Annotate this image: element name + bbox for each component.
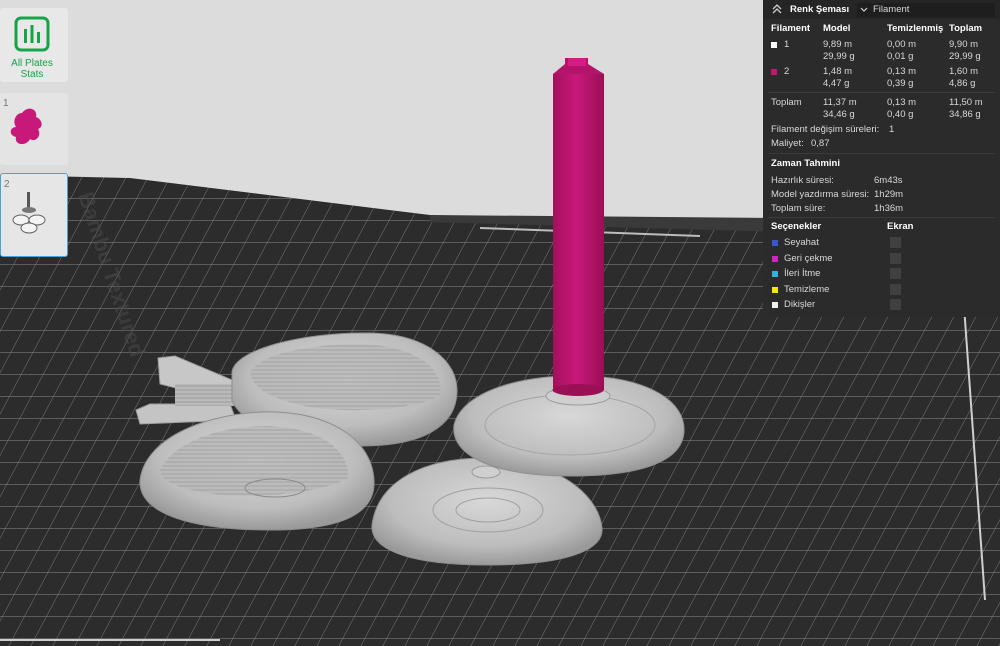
filament-1-total-length: 9,90 m bbox=[949, 39, 979, 50]
extrusion-swatch bbox=[772, 271, 778, 277]
stats-chart-icon bbox=[14, 16, 50, 52]
view-mode-dropdown[interactable]: Filament bbox=[857, 3, 995, 17]
totals-label: Toplam bbox=[771, 97, 802, 108]
filament-2-model-weight: 4,47 g bbox=[823, 78, 850, 89]
prepare-time-label: Hazırlık süresi: bbox=[771, 175, 834, 186]
filament-2-total-length: 1,60 m bbox=[949, 66, 979, 77]
seams-display-toggle[interactable] bbox=[890, 299, 901, 310]
filament-2-label: 2 bbox=[784, 66, 790, 77]
stats-label: Stats bbox=[20, 69, 44, 80]
filament-1-model-length: 9,89 m bbox=[823, 39, 853, 50]
filament-change-label: Filament değişim süreleri: bbox=[771, 124, 880, 135]
filament-1-label: 1 bbox=[784, 39, 790, 50]
col-header-purged: Temizlenmiş bbox=[887, 23, 944, 34]
filament-change-value: 1 bbox=[889, 124, 895, 135]
gcode-stats-panel: Renk Şeması Filament Filament Model Temi… bbox=[763, 0, 1000, 317]
col-header-total: Toplam bbox=[949, 23, 983, 34]
retraction-display-toggle[interactable] bbox=[890, 253, 901, 264]
cost-value: 0,87 bbox=[811, 138, 830, 149]
all-plates-label: All Plates bbox=[11, 58, 53, 69]
filament-1-purged-weight: 0,01 g bbox=[887, 51, 914, 62]
option-seams-label: Dikişler bbox=[784, 299, 816, 310]
totals-model-weight: 34,46 g bbox=[823, 109, 855, 120]
model-print-time-value: 1h29m bbox=[874, 189, 904, 200]
filament-1-purged-length: 0,00 m bbox=[887, 39, 917, 50]
plate-2-preview-image bbox=[12, 192, 46, 234]
option-retraction-label: Geri çekme bbox=[784, 253, 833, 264]
option-travel-label: Seyahat bbox=[784, 237, 819, 248]
options-title: Seçenekler bbox=[771, 221, 822, 232]
col-header-filament: Filament bbox=[771, 23, 811, 34]
totals-purged-length: 0,13 m bbox=[887, 97, 917, 108]
travel-display-toggle[interactable] bbox=[890, 237, 901, 248]
display-title: Ekran bbox=[887, 221, 914, 232]
prepare-time-value: 6m43s bbox=[874, 175, 903, 186]
totals-model-length: 11,37 m bbox=[823, 97, 857, 108]
seams-swatch bbox=[772, 302, 778, 308]
totals-total-length: 11,50 m bbox=[949, 97, 983, 108]
plate-1-thumbnail[interactable]: 1 bbox=[0, 93, 68, 165]
color-scheme-title: Renk Şeması bbox=[790, 4, 850, 15]
cost-label: Maliyet: bbox=[771, 138, 804, 149]
filament-2-total-weight: 4,86 g bbox=[949, 78, 976, 89]
chevron-down-icon bbox=[860, 7, 868, 12]
totals-purged-weight: 0,40 g bbox=[887, 109, 914, 120]
total-time-label: Toplam süre: bbox=[771, 203, 826, 214]
all-plates-stats-button[interactable]: All Plates Stats bbox=[0, 8, 68, 82]
retraction-swatch bbox=[772, 256, 778, 262]
option-extrusion-label: İleri İtme bbox=[784, 268, 821, 279]
filament-2-purged-weight: 0,39 g bbox=[887, 78, 914, 89]
wipe-display-toggle[interactable] bbox=[890, 284, 901, 295]
model-print-time-label: Model yazdırma süresi: bbox=[771, 189, 870, 200]
time-estimate-title: Zaman Tahmini bbox=[771, 158, 840, 169]
wipe-swatch bbox=[772, 287, 778, 293]
view-mode-value: Filament bbox=[873, 4, 910, 15]
option-wipe-label: Temizleme bbox=[784, 284, 830, 295]
travel-swatch bbox=[772, 240, 778, 246]
plate-2-thumbnail[interactable]: 2 bbox=[0, 173, 68, 257]
total-time-value: 1h36m bbox=[874, 203, 904, 214]
filament-2-swatch bbox=[771, 69, 777, 75]
purple-pillar bbox=[552, 58, 604, 396]
filament-1-model-weight: 29,99 g bbox=[823, 51, 855, 62]
extrusion-display-toggle[interactable] bbox=[890, 268, 901, 279]
collapse-chevron-icon[interactable] bbox=[772, 4, 782, 14]
filament-2-purged-length: 0,13 m bbox=[887, 66, 917, 77]
filament-2-model-length: 1,48 m bbox=[823, 66, 853, 77]
col-header-model: Model bbox=[823, 23, 851, 34]
totals-total-weight: 34,86 g bbox=[949, 109, 981, 120]
filament-1-total-weight: 29,99 g bbox=[949, 51, 981, 62]
filament-1-swatch bbox=[771, 42, 777, 48]
plate-1-preview-image bbox=[10, 108, 42, 145]
